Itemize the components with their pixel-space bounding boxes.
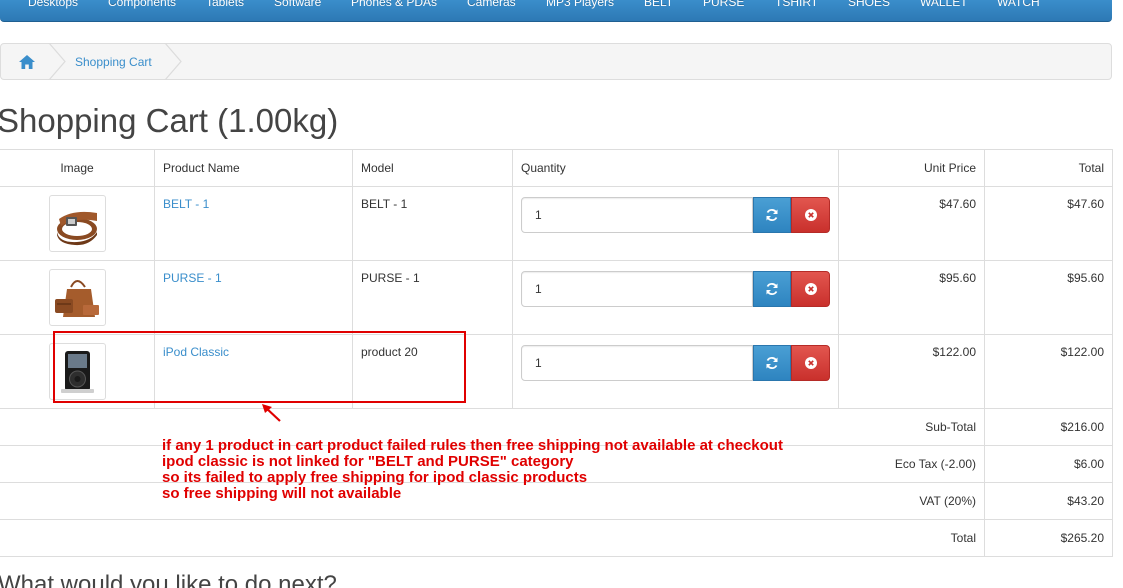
quantity-input[interactable] — [521, 345, 753, 381]
quantity-cell — [512, 260, 839, 335]
quantity-input[interactable] — [521, 197, 753, 233]
nav-item-belt[interactable]: BELT — [644, 0, 673, 9]
product-image-cell — [0, 260, 155, 335]
refresh-icon — [766, 209, 778, 221]
total-cell: $122.00 — [984, 334, 1113, 409]
header-product-name: Product Name — [154, 149, 353, 187]
nav-item-watch[interactable]: WATCH — [997, 0, 1040, 9]
purse-image — [54, 280, 99, 317]
annotation-line: ipod classic is not linked for "BELT and… — [162, 453, 574, 470]
belt-image — [56, 211, 97, 246]
product-thumbnail-purse[interactable] — [48, 269, 106, 326]
quantity-input-group — [521, 271, 830, 307]
quantity-input[interactable] — [521, 271, 753, 307]
header-unit-price: Unit Price — [838, 149, 985, 187]
model-cell: BELT - 1 — [352, 186, 513, 261]
nav-item-components[interactable]: Components — [108, 0, 176, 9]
quantity-cell — [512, 334, 839, 409]
update-button[interactable] — [753, 271, 791, 307]
product-name-cell: BELT - 1 — [154, 186, 353, 261]
header-image: Image — [0, 149, 155, 187]
update-button[interactable] — [753, 345, 791, 381]
nav-item-tshirt[interactable]: TSHIRT — [775, 0, 818, 9]
eco-tax-value: $6.00 — [984, 445, 1113, 483]
breadcrumb-separator — [164, 43, 182, 80]
nav-item-mp3-players[interactable]: MP3 Players — [546, 0, 614, 9]
remove-button[interactable] — [791, 345, 830, 381]
total-value: $265.20 — [984, 519, 1113, 557]
quantity-input-group — [521, 345, 830, 381]
annotation-line: so free shipping will not available — [162, 485, 402, 502]
model-cell: PURSE - 1 — [352, 260, 513, 335]
annotation-arrow-icon — [262, 404, 281, 422]
nav-item-wallet[interactable]: WALLET — [920, 0, 968, 9]
header-model: Model — [352, 149, 513, 187]
product-name-cell: PURSE - 1 — [154, 260, 353, 335]
nav-item-software[interactable]: Software — [274, 0, 321, 9]
annotation-line: if any 1 product in cart product failed … — [162, 437, 783, 454]
total-label: Total — [0, 519, 985, 557]
refresh-icon — [766, 283, 778, 295]
quantity-input-group — [521, 197, 830, 233]
remove-circle-icon — [804, 357, 817, 369]
remove-button[interactable] — [791, 271, 830, 307]
breadcrumb-shopping-cart-link[interactable]: Shopping Cart — [75, 55, 152, 69]
nav-item-phones-pdas[interactable]: Phones & PDAs — [351, 0, 437, 9]
product-image-cell — [0, 186, 155, 261]
product-image-cell — [0, 334, 155, 409]
header-quantity: Quantity — [512, 149, 839, 187]
product-name-cell: iPod Classic — [154, 334, 353, 409]
nav-item-shoes[interactable]: SHOES — [848, 0, 890, 9]
totals-row-total: Total $265.20 — [0, 519, 1113, 557]
ipod-image — [60, 351, 94, 393]
breadcrumb-separator — [48, 43, 66, 80]
header-total: Total — [984, 149, 1113, 187]
table-row: iPod Classic product 20 1 $122.00 $122.0… — [0, 334, 1113, 409]
annotation-line: so its failed to apply free shipping for… — [162, 469, 588, 486]
table-row: BELT - 1 BELT - 1 1 $47.60 $47.60 — [0, 186, 1113, 261]
table-row: PURSE - 1 PURSE - 1 1 $95.60 $95.60 — [0, 260, 1113, 335]
table-header-row: Image Product Name Model Quantity Unit P… — [0, 149, 1113, 187]
vat-value: $43.20 — [984, 482, 1113, 520]
nav-item-tablets[interactable]: Tablets — [206, 0, 244, 9]
next-steps-heading: What would you like to do next? — [0, 571, 337, 588]
annotation-note: if any 1 product in cart product failed … — [162, 438, 783, 502]
remove-circle-icon — [804, 283, 817, 295]
page-title: Shopping Cart (1.00kg) — [0, 102, 339, 139]
unit-price-cell: $122.00 — [838, 334, 985, 409]
unit-price-cell: $95.60 — [838, 260, 985, 335]
total-cell: $95.60 — [984, 260, 1113, 335]
quantity-cell — [512, 186, 839, 261]
total-cell: $47.60 — [984, 186, 1113, 261]
nav-item-cameras[interactable]: Cameras — [467, 0, 516, 9]
product-link-purse[interactable]: PURSE - 1 — [163, 271, 222, 285]
remove-circle-icon — [804, 209, 817, 221]
product-thumbnail-belt[interactable] — [48, 195, 106, 252]
nav-item-desktops[interactable]: Desktops — [28, 0, 78, 9]
update-button[interactable] — [753, 197, 791, 233]
top-navigation-bar: Desktops Components Tablets Software Pho… — [0, 0, 1112, 22]
breadcrumb: Shopping Cart — [0, 43, 1112, 80]
product-thumbnail-ipod[interactable] — [48, 343, 106, 400]
model-cell: product 20 — [352, 334, 513, 409]
refresh-icon — [766, 357, 778, 369]
product-link-ipod-classic[interactable]: iPod Classic — [163, 345, 229, 359]
remove-button[interactable] — [791, 197, 830, 233]
unit-price-cell: $47.60 — [838, 186, 985, 261]
subtotal-value: $216.00 — [984, 408, 1113, 446]
home-icon[interactable] — [18, 54, 36, 70]
product-link-belt[interactable]: BELT - 1 — [163, 197, 209, 211]
nav-item-purse[interactable]: PURSE — [703, 0, 744, 9]
